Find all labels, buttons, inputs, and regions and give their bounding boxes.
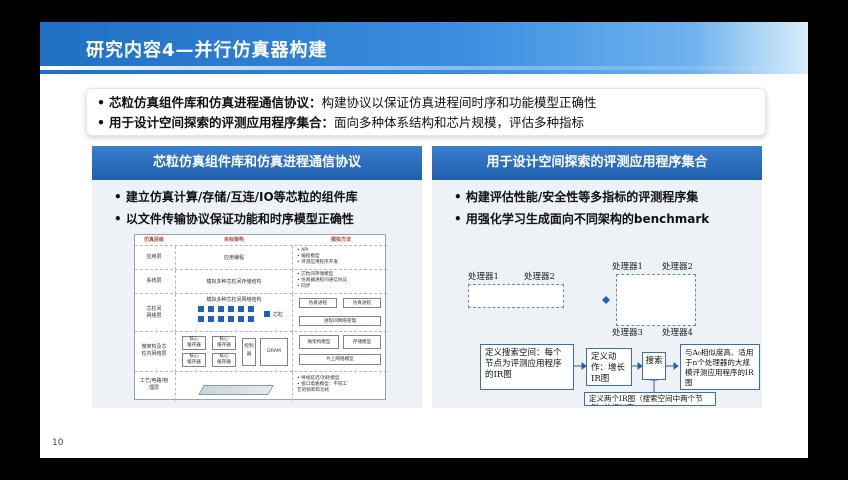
define-action-box: 定义动作：增长IR图 (586, 348, 632, 386)
left-panel-bullets: • 建立仿真计算/存储/互连/IO等芯粒的组件库 • 以文件传输协议保证功能和时… (92, 180, 422, 230)
core-box: 核心 缓存器 (182, 353, 206, 367)
arch-right-cell: • 芯粒间存储模型 • 仿真器进程间通信协议 • 同步 (297, 272, 385, 290)
processor-label: 处理器1 (612, 262, 643, 272)
summary-item-1-text: 构建协议以保证仿真进程间时序和功能模型正确性 (321, 95, 597, 110)
similarity-box: 定义两个IR图（搜索空间中两个节点）的相似度 (584, 392, 716, 406)
summary-item-1-bold: 芯粒仿真组件库和仿真进程通信协议： (109, 95, 322, 110)
arch-right-line: • 评测应用程序开发 (297, 260, 338, 265)
core-box: 核心 缓存器 (212, 353, 236, 367)
result-box: 与A₀相似度高、适用于n个处理器的大规模评测应用程序的IR图 (680, 344, 760, 390)
left-bullet-1: • 建立仿真计算/存储/互连/IO等芯粒的组件库 (114, 190, 358, 204)
arch-row-label: 工艺/电路/物 理层 (139, 378, 169, 391)
processor-label: 处理器1 (468, 272, 499, 282)
dram-box: DRAM (260, 338, 288, 366)
left-panel-heading: 芯粒仿真组件库和仿真进程通信协议 (92, 146, 422, 180)
title-bar: 研究内容4—并行仿真器构建 (40, 22, 808, 74)
arch-row-label: 系统层 (146, 278, 162, 284)
noc-model-box: 片上网络模型 (299, 354, 381, 365)
search-box: 搜索 (642, 352, 666, 380)
right-panel-bullets: • 构建评估性能/安全性等多指标的评测程序集 • 用强化学习生成面向不同架构的b… (432, 180, 762, 230)
slide: 研究内容4—并行仿真器构建 • 芯粒仿真组件库和仿真进程通信协议：构建协议以保证仿… (40, 22, 808, 458)
arch-right-line: • 同步 (297, 284, 311, 289)
arch-mid-cell: 模拟多种芯粒间存储结构 (175, 270, 293, 294)
arch-row-label: 微架构及芯 粒内网络层 (141, 344, 167, 357)
summary-item-2: • 用于设计空间探索的评测应用程序集合：面向多种体系结构和芯片规模，评估多种指标 (97, 113, 755, 133)
sim-process-box-1: 仿真进程 (299, 298, 337, 308)
chiplet-icon (238, 306, 244, 312)
microarch-model-box: 微架构模型 (299, 335, 339, 349)
slide-title: 研究内容4—并行仿真器构建 (86, 40, 328, 61)
processor-label: 处理器3 (612, 328, 643, 338)
arch-right-cell: • 导线延迟/功耗模型 • 接口电路模型：不同工 艺的频率和功耗 (297, 376, 385, 394)
left-bullet-2: • 以文件传输协议保证功能和时序模型正确性 (114, 212, 354, 226)
arch-row-label: 芯粒间 网络层 (146, 306, 162, 319)
right-bullet-2: • 用强化学习生成面向不同架构的benchmark (454, 212, 710, 226)
arch-mid-text: 应用编程 (223, 255, 244, 261)
chiplet-icon (218, 316, 224, 322)
arch-right-line: 艺的频率和功耗 (297, 388, 330, 393)
arch-row-microarch: 微架构及芯 粒内网络层 核心 缓存器 核心 缓存器 核心 缓存器 核心 缓存器 控制器 … (135, 331, 387, 372)
arch-row-interchip: 芯粒间 网络层 模拟多种芯粒间网络结构 芯粒 仿真进程 仿真进程 进程间网络管理 (135, 293, 387, 332)
chiplet-icon (198, 306, 204, 312)
arch-header-level: 仿真层级 (143, 237, 164, 243)
core-box: 核心 缓存器 (182, 336, 206, 350)
chiplet-icon (248, 316, 254, 322)
define-search-space-box: 定义搜索空间：每个节点为评测应用程序的IR图 (480, 344, 574, 390)
chiplet-icon (228, 306, 234, 312)
arch-header-target: 目标架构 (223, 237, 244, 243)
processor-graph-box-right (616, 274, 696, 326)
core-box: 核心 缓存器 (212, 336, 236, 350)
chiplet-icon (208, 316, 214, 322)
arch-right-cell: • API • 编程模型 • 评测应用程序开发 (297, 248, 385, 266)
right-panel: 用于设计空间探索的评测应用程序集合 • 构建评估性能/安全性等多指标的评测程序集… (432, 146, 762, 408)
summary-item-2-text: 面向多种体系结构和芯片规模，评估多种指标 (334, 115, 585, 130)
cache-label: 缓存器 (217, 343, 231, 348)
cache-label: 缓存器 (187, 343, 201, 348)
architecture-figure: 仿真层级 目标架构 模拟方法 应用层 应用编程 • API • 编程模型 • 评… (134, 234, 387, 401)
arch-mid-text: 模拟多种芯粒间存储结构 (206, 279, 262, 285)
arrow-diamond-icon (602, 296, 610, 304)
arch-row-app: 应用层 应用编程 • API • 编程模型 • 评测应用程序开发 (135, 245, 387, 270)
arch-mid-text: 模拟多种芯粒间网络结构 (206, 297, 262, 303)
right-bullet-1: • 构建评估性能/安全性等多指标的评测程序集 (454, 190, 699, 204)
controller-box: 控制器 (242, 338, 256, 366)
arch-mid-cell: 核心 缓存器 核心 缓存器 核心 缓存器 核心 缓存器 控制器 DRAM (175, 332, 293, 372)
arch-mid-cell: 模拟多种芯粒间网络结构 芯粒 (175, 294, 293, 332)
left-panel: 芯粒仿真组件库和仿真进程通信协议 • 建立仿真计算/存储/互连/IO等芯粒的组件… (92, 146, 422, 408)
bullet-dot: • (97, 115, 105, 130)
arch-header-method: 模拟方法 (330, 237, 351, 243)
bullet-dot: • (97, 95, 105, 110)
processor-label: 处理器4 (662, 328, 693, 338)
processor-label: 处理器2 (662, 262, 693, 272)
arch-mid-cell: 应用编程 (175, 246, 293, 270)
chiplet-icon (238, 316, 244, 322)
right-panel-heading: 用于设计空间探索的评测应用程序集合 (432, 146, 762, 180)
arch-row-label: 应用层 (146, 254, 162, 260)
benchmark-diagram: 处理器1 处理器2 处理器1 处理器2 处理器3 处理器4 定义搜索空间：每个节… (432, 246, 762, 408)
processor-graph-box-left (468, 284, 564, 308)
arch-row-system: 系统层 模拟多种芯粒间存储结构 • 芯粒间存储模型 • 仿真器进程间通信协议 •… (135, 269, 387, 294)
page-number: 10 (52, 438, 64, 448)
chiplet-icon (228, 316, 234, 322)
summary-item-1: • 芯粒仿真组件库和仿真进程通信协议：构建协议以保证仿真进程间时序和功能模型正确性 (97, 93, 755, 113)
chiplet-label: 芯粒 (273, 312, 284, 318)
chiplet-icon (218, 306, 224, 312)
storage-model-box: 存储模型 (343, 335, 381, 349)
summary-item-2-bold: 用于设计空间探索的评测应用程序集合： (109, 115, 335, 130)
title-accent-line (40, 66, 808, 70)
chiplet-icon (248, 306, 254, 312)
cache-label: 缓存器 (187, 360, 201, 365)
cache-label: 缓存器 (217, 360, 231, 365)
processor-label: 处理器2 (524, 272, 555, 282)
chiplet-icon (198, 316, 204, 322)
sim-process-box-2: 仿真进程 (343, 298, 381, 308)
summary-box: • 芯粒仿真组件库和仿真进程通信协议：构建协议以保证仿真进程间时序和功能模型正确性… (86, 88, 766, 136)
chiplet-icon (208, 306, 214, 312)
network-management-box: 进程间网络管理 (299, 316, 381, 326)
chiplet-icon (264, 311, 270, 317)
interposer-board-icon (198, 385, 274, 395)
